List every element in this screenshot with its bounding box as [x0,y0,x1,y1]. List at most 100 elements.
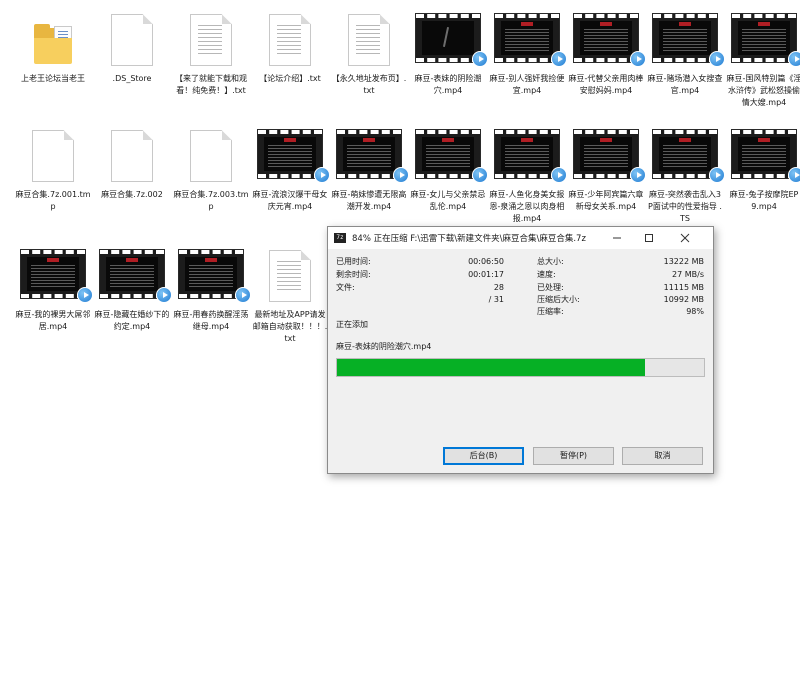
file-item[interactable]: 麻豆-女儿与父亲禁忌乱伦.mp4 [410,124,488,213]
current-file: 麻豆-表妹的阴险潮穴.mp4 [336,342,432,351]
maximize-button[interactable] [633,227,665,249]
document-icon [94,8,170,68]
play-badge-icon [630,51,646,67]
file-item[interactable]: 最新地址及APP请发邮箱自动获取！！！.txt [252,244,328,345]
file-name: 麻豆-代替父亲用肉棒安慰妈妈.mp4 [568,74,644,95]
play-badge-icon [788,51,800,67]
document-icon [173,124,249,184]
play-badge-icon [77,287,93,303]
processed-row: 已处理: 11115 MB [537,282,704,294]
stat-label: 已用时间: [336,257,371,266]
video-thumbnail-icon [15,244,93,304]
file-item[interactable]: 麻豆合集.7z.001.tmp [15,124,91,213]
file-item[interactable]: 麻豆-别人强奸我捡便宜.mp4 [489,8,567,97]
remaining-time-row: 剩余时间: 00:01:17 [336,269,504,281]
file-item[interactable]: 【论坛介绍】.txt [252,8,328,85]
play-badge-icon [472,167,488,183]
file-item[interactable]: .DS_Store [94,8,170,85]
stat-value: 28 [493,283,504,292]
desktop: 上老王论坛当老王 .DS_Store 【来了就能下载和观看！纯免费！】.txt 【论坛… [0,0,800,690]
file-name: 麻豆-兔子按摩院EP9.mp4 [729,190,799,211]
file-item[interactable]: 麻豆-突然袭击乱入3P面试中的性爱指导 .TS [647,124,725,225]
stat-value: 00:01:17 [468,270,504,279]
stat-value: 10992 MB [663,295,704,304]
file-name: 麻豆-少年阿宾篇六章 新母女关系.mp4 [568,190,644,211]
status-text: 正在添加 [336,320,368,329]
cancel-button[interactable]: 取消 [622,447,703,465]
file-name: 上老王论坛当老王 [21,74,85,83]
file-item[interactable]: 麻豆-流浪汉爆干母女庆元宵.mp4 [252,124,330,213]
file-item[interactable]: 麻豆合集.7z.003.tmp [173,124,249,213]
play-badge-icon [393,167,409,183]
video-thumbnail-icon [410,8,488,68]
play-badge-icon [314,167,330,183]
stat-label: 总大小: [537,257,564,266]
video-thumbnail-icon [568,124,646,184]
minimize-button[interactable] [601,227,633,249]
maximize-icon [645,234,653,242]
file-item[interactable]: 麻豆-人鱼化身美女报恩-泉涌之恩以肉身相报.mp4 [489,124,567,225]
stat-value: 11115 MB [663,283,704,292]
file-item[interactable]: 麻豆-隐藏在婚纱下的约定.mp4 [94,244,172,333]
play-badge-icon [551,51,567,67]
dialog-title: 84% 正在压缩 F:\迅雷下载\新建文件夹\麻豆合集\麻豆合集.7z [352,234,586,244]
file-name: 麻豆合集.7z.003.tmp [173,190,249,211]
files-total-row: / 31 [336,294,504,306]
stat-label: 速度: [537,270,556,279]
file-name: 麻豆-国风特别篇《淫水浒传》武松怒操偷情大嫂.mp4 [726,74,800,107]
folder-icon [15,8,91,68]
7zip-app-icon: 7z [334,233,346,243]
file-name: 最新地址及APP请发邮箱自动获取！！！.txt [252,310,328,343]
play-badge-icon [551,167,567,183]
file-name: 【论坛介绍】.txt [259,74,321,83]
file-item[interactable]: 麻豆-少年阿宾篇六章 新母女关系.mp4 [568,124,646,213]
progress-bar [336,358,705,377]
video-thumbnail-icon [647,124,725,184]
dialog-titlebar[interactable]: 7z 84% 正在压缩 F:\迅雷下载\新建文件夹\麻豆合集\麻豆合集.7z [328,227,713,249]
video-thumbnail-icon [94,244,172,304]
play-badge-icon [156,287,172,303]
pause-button[interactable]: 暂停(P) [533,447,614,465]
text-file-icon [173,8,249,68]
video-thumbnail-icon [252,124,330,184]
stat-label: 已处理: [537,283,564,292]
file-name: 【来了就能下载和观看！纯免费！】.txt [175,74,247,95]
file-item[interactable]: 麻豆-我的裸男大屌邻居.mp4 [15,244,93,333]
file-item[interactable]: 麻豆-萌妹惨遭无限高潮开发.mp4 [331,124,409,213]
document-icon [94,124,170,184]
file-name: 麻豆-女儿与父亲禁忌乱伦.mp4 [410,190,486,211]
file-item[interactable]: 麻豆-代替父亲用肉棒安慰妈妈.mp4 [568,8,646,97]
file-name: 麻豆合集.7z.001.tmp [15,190,91,211]
file-item[interactable]: 麻豆-赌场潜入女搜查官.mp4 [647,8,725,97]
video-thumbnail-icon [489,8,567,68]
file-name: 麻豆-别人强奸我捡便宜.mp4 [489,74,565,95]
play-badge-icon [472,51,488,67]
close-button[interactable] [669,227,701,249]
text-file-icon [331,8,407,68]
stat-value: / 31 [488,295,504,304]
stat-value: 27 MB/s [672,270,704,279]
minimize-icon [613,237,621,239]
file-item[interactable]: 麻豆-国风特别篇《淫水浒传》武松怒操偷情大嫂.mp4 [726,8,800,109]
video-thumbnail-icon [410,124,488,184]
file-item[interactable]: 上老王论坛当老王 [15,8,91,85]
file-item[interactable]: 【永久地址发布页】.txt [331,8,407,97]
video-thumbnail-icon [726,124,800,184]
close-icon [680,233,690,243]
background-button[interactable]: 后台(B) [443,447,524,465]
video-thumbnail-icon [489,124,567,184]
text-file-icon [252,244,328,304]
stat-label: 剩余时间: [336,270,371,279]
file-name: 麻豆合集.7z.002 [101,190,163,199]
file-name: 麻豆-萌妹惨遭无限高潮开发.mp4 [331,190,407,211]
progress-fill [337,359,646,376]
text-file-icon [252,8,328,68]
file-item[interactable]: 麻豆-兔子按摩院EP9.mp4 [726,124,800,213]
play-badge-icon [709,51,725,67]
file-item[interactable]: 麻豆-表妹的阴险潮穴.mp4 [410,8,488,97]
file-item[interactable]: 麻豆合集.7z.002 [94,124,170,201]
video-thumbnail-icon [331,124,409,184]
stat-value: 13222 MB [663,257,704,266]
file-item[interactable]: 麻豆-用春药换醒淫荡继母.mp4 [173,244,251,333]
file-item[interactable]: 【来了就能下载和观看！纯免费！】.txt [173,8,249,97]
